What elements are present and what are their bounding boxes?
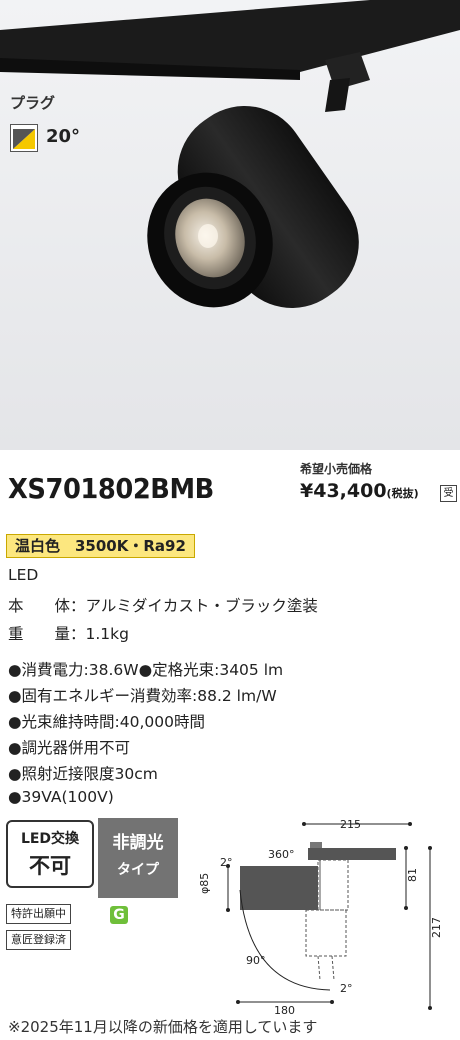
dim-height-track: 81 [406, 868, 419, 882]
spec-line: ●調光器併用不可 [8, 739, 131, 757]
g-mark-icon: G [110, 906, 128, 924]
spec-line: ●消費電力:38.6W●定格光束:3405 lm [8, 661, 284, 679]
angle-rotate: 360° [268, 848, 295, 861]
led-exchange-line1: LED交換 [20, 831, 80, 847]
footnote: ※2025年11月以降の新価格を適用しています [8, 1018, 318, 1036]
led-exchange-line2: 不可 [29, 854, 71, 878]
color-temperature-badge: 温白色 3500K・Ra92 [6, 534, 195, 558]
product-photo [0, 0, 460, 450]
dim-diameter: φ85 [198, 873, 211, 894]
angle-bottom: 2° [340, 982, 353, 995]
model-number: XS701802BMB [8, 472, 214, 505]
spec-line: 重 量：1.1kg [8, 625, 129, 643]
non-dimming-badge: 非調光 タイプ [98, 818, 178, 898]
dim-width: 215 [340, 818, 361, 831]
price: ¥43,400(税抜) [300, 480, 419, 502]
spec-line: ●39VA(100V) [8, 788, 114, 806]
patent-badge: 特許出願中 [6, 904, 71, 924]
angle-tilt: 90° [246, 954, 266, 967]
spec-line: ●照射近接限度30cm [8, 765, 158, 783]
spec-line: LED [8, 566, 39, 584]
dimension-diagram: 215 360° 81 217 φ85 2° 90° 2° 180 [198, 818, 443, 1016]
design-badge: 意匠登録済 [6, 930, 71, 950]
dim-depth: 180 [274, 1004, 295, 1016]
led-exchange-badge: LED交換 不可 [6, 820, 94, 888]
dim-height-total: 217 [430, 917, 443, 938]
angle-top: 2° [220, 856, 233, 869]
spec-line: ●固有エネルギー消費効率:88.2 lm/W [8, 687, 277, 705]
non-dimming-line2: タイプ [117, 862, 159, 878]
order-mark: 受 [440, 485, 457, 502]
price-tax-note: (税抜) [386, 487, 419, 500]
beam-angle-value: 20° [46, 126, 81, 147]
spec-line: ●光束維持時間:40,000時間 [8, 713, 205, 731]
beam-angle-icon [10, 124, 38, 152]
spec-line: 本 体：アルミダイカスト・ブラック塗装 [8, 597, 318, 615]
non-dimming-line1: 非調光 [112, 833, 164, 853]
price-value: ¥43,400 [300, 480, 387, 502]
price-label: 希望小売価格 [300, 462, 373, 476]
plug-label: プラグ [10, 94, 56, 112]
